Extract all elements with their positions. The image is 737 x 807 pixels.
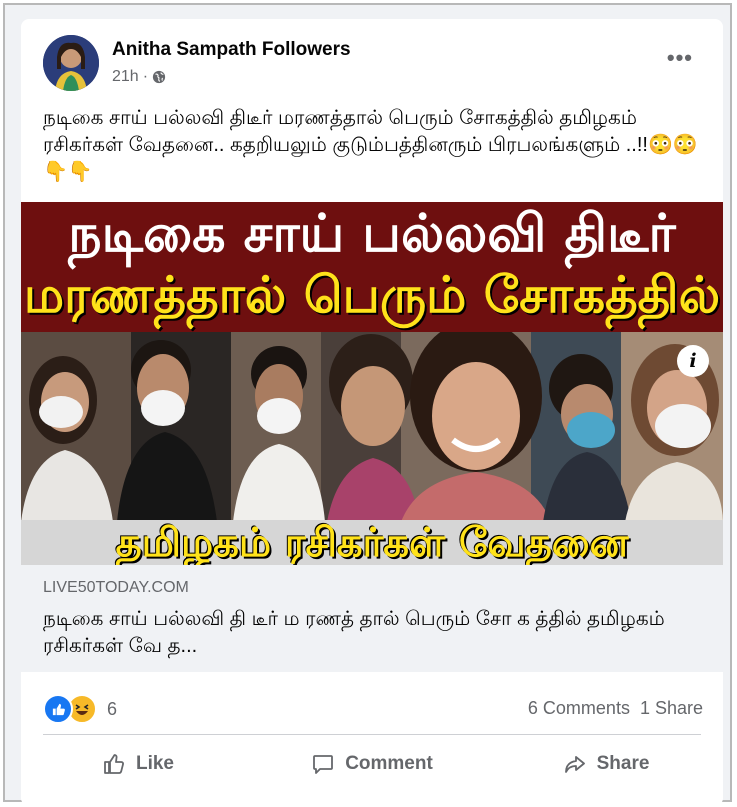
info-icon[interactable]: i [677, 345, 709, 377]
comment-label: Comment [345, 753, 433, 774]
action-bar: Like Comment Share [21, 739, 723, 789]
page-name[interactable]: Anitha Sampath Followers [112, 39, 351, 61]
share-button[interactable]: Share [489, 739, 723, 789]
post-image[interactable]: நடிகை சாய் பல்லவி திடீர் மரணத்தால் பெரும… [21, 202, 723, 565]
comment-icon [313, 755, 334, 774]
meta-separator: · [142, 68, 149, 85]
link-domain: LIVE50TODAY.COM [43, 579, 189, 596]
more-options-icon[interactable]: ••• [667, 45, 693, 71]
headline-line-2: மரணத்தால் பெரும் சோகத்தில் [23, 266, 721, 324]
engagement-counts: 6 Comments 1 Share [528, 698, 703, 719]
link-title[interactable]: நடிகை சாய் பல்லவி தி டீர் ம ரணத் தால் பெ… [43, 606, 703, 660]
post-caption: நடிகை சாய் பல்லவி திடீர் மரணத்தால் பெரும… [43, 107, 698, 183]
link-preview[interactable]: LIVE50TODAY.COM நடிகை சாய் பல்லவி தி டீர… [21, 565, 723, 672]
post-meta: 21h · [112, 68, 166, 86]
like-label: Like [135, 753, 175, 774]
screenshot-frame: Anitha Sampath Followers 21h · ••• நடிகை… [3, 3, 732, 806]
post-card: Anitha Sampath Followers 21h · ••• நடிகை… [21, 19, 723, 806]
comments-count[interactable]: 6 Comments [528, 698, 630, 719]
headline-band: நடிகை சாய் பல்லவி திடீர் மரணத்தால் பெரும… [21, 202, 723, 332]
like-button[interactable]: Like [21, 739, 255, 789]
share-icon [564, 756, 585, 773]
avatar[interactable] [43, 35, 99, 91]
reactions[interactable]: 6 [43, 694, 117, 724]
shares-count[interactable]: 1 Share [640, 698, 703, 719]
globe-icon [152, 70, 166, 84]
post-time[interactable]: 21h [112, 68, 139, 86]
people-photo [21, 330, 723, 522]
actions-divider [43, 734, 701, 735]
share-label: Share [596, 753, 650, 774]
avatar-image [43, 35, 99, 91]
headline-line-1: நடிகை சாய் பல்லவி திடீர் [68, 204, 676, 264]
comment-button[interactable]: Comment [255, 739, 489, 789]
engagement-bar: 6 6 Comments 1 Share [21, 672, 723, 732]
headline-line-3: தமிழகம் ரசிகர்கள் வேதனை [115, 520, 629, 565]
like-reaction-icon [43, 694, 73, 724]
like-icon [104, 754, 124, 774]
bottom-band: தமிழகம் ரசிகர்கள் வேதனை [21, 520, 723, 565]
reaction-count: 6 [107, 698, 118, 719]
